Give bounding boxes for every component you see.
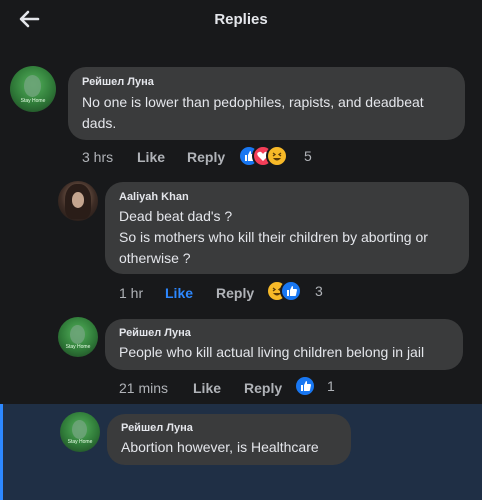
like-icon bbox=[280, 280, 302, 302]
reaction-count: 5 bbox=[304, 148, 312, 164]
page-title: Replies bbox=[214, 11, 268, 28]
reply-button[interactable]: Reply bbox=[244, 380, 282, 396]
comment-bubble[interactable]: Рейшел Луна No one is lower than pedophi… bbox=[68, 67, 465, 140]
reply-button[interactable]: Reply bbox=[216, 285, 254, 301]
reaction-summary[interactable]: 1 bbox=[294, 375, 344, 399]
like-button[interactable]: Like bbox=[137, 149, 165, 165]
reply-button[interactable]: Reply bbox=[187, 149, 225, 165]
comment-text: Abortion however, is Healthcare bbox=[121, 439, 319, 455]
avatar[interactable]: Stay Home bbox=[60, 412, 100, 452]
highlight-indicator bbox=[0, 404, 3, 500]
reaction-count: 1 bbox=[327, 378, 335, 394]
comment-meta: 21 mins Like Reply bbox=[119, 380, 319, 404]
like-button[interactable]: Like bbox=[165, 285, 193, 301]
avatar-caption: Stay Home bbox=[65, 343, 91, 350]
like-icon bbox=[294, 375, 316, 397]
comment-bubble[interactable]: Рейшел Луна People who kill actual livin… bbox=[105, 319, 463, 370]
like-button[interactable]: Like bbox=[193, 380, 221, 396]
comment-time[interactable]: 3 hrs bbox=[82, 149, 113, 165]
avatar-caption: Stay Home bbox=[20, 97, 46, 104]
comment-text: People who kill actual living children b… bbox=[119, 344, 425, 360]
avatar[interactable] bbox=[58, 181, 98, 221]
header: Replies bbox=[0, 0, 482, 40]
avatar[interactable]: Stay Home bbox=[58, 317, 98, 357]
comment-text: Dead beat dad's ? So is mothers who kill… bbox=[119, 208, 428, 266]
comment-author[interactable]: Рейшел Луна bbox=[82, 76, 451, 88]
haha-icon bbox=[266, 145, 288, 167]
comment-time[interactable]: 1 hr bbox=[119, 285, 143, 301]
comment-author[interactable]: Рейшел Луна bbox=[119, 327, 449, 339]
reaction-summary[interactable]: 5 bbox=[238, 145, 318, 169]
comment-bubble[interactable]: Рейшел Луна Abortion however, is Healthc… bbox=[107, 414, 351, 465]
comment-bubble[interactable]: Aaliyah Khan Dead beat dad's ? So is mot… bbox=[105, 182, 469, 274]
reaction-count: 3 bbox=[315, 283, 323, 299]
avatar[interactable]: Stay Home bbox=[10, 66, 56, 112]
comment-time[interactable]: 21 mins bbox=[119, 380, 168, 396]
comment-text: No one is lower than pedophiles, rapists… bbox=[82, 94, 424, 131]
comment-author[interactable]: Рейшел Луна bbox=[121, 422, 337, 434]
avatar-caption: Stay Home bbox=[67, 438, 93, 445]
comment-author[interactable]: Aaliyah Khan bbox=[119, 191, 455, 203]
comment-meta: 3 hrs Like Reply bbox=[82, 149, 382, 173]
reaction-summary[interactable]: 3 bbox=[266, 280, 336, 304]
